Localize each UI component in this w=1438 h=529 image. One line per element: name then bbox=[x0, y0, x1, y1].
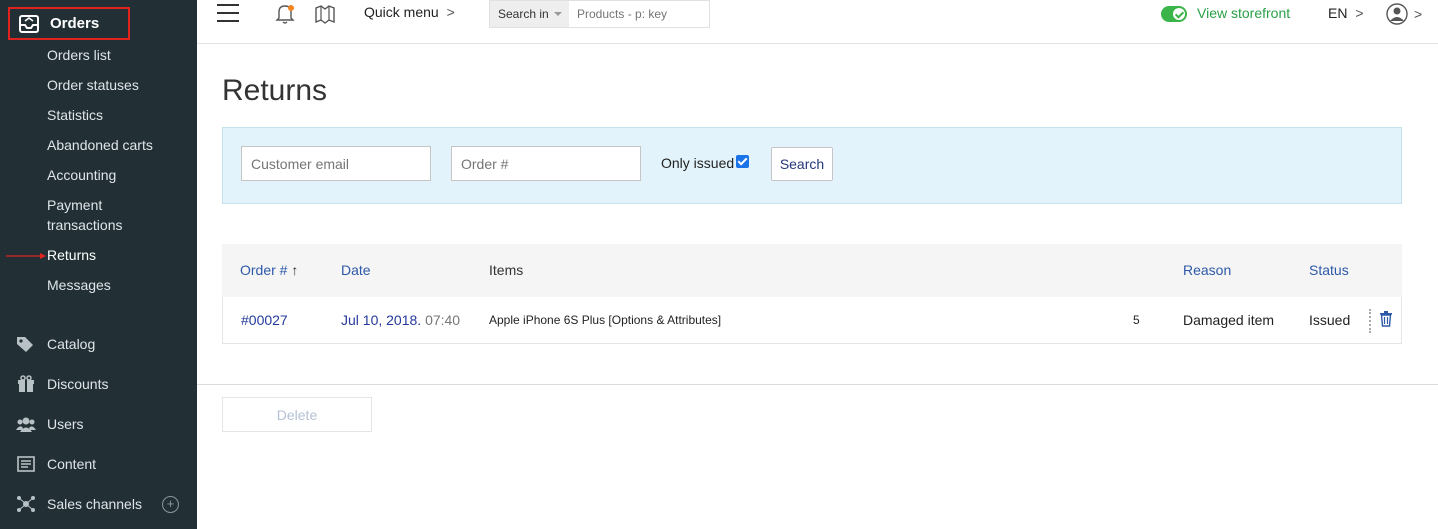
chevron-down-icon bbox=[553, 12, 562, 16]
column-header-reason[interactable]: Reason bbox=[1183, 262, 1231, 278]
sidebar-item-payment-transactions-line2[interactable]: transactions bbox=[47, 215, 122, 235]
sidebar-item-order-statuses[interactable]: Order statuses bbox=[47, 75, 139, 95]
return-date[interactable]: Jul 10, 2018. 07:40 bbox=[341, 312, 460, 328]
chevron-right-icon: > bbox=[1414, 6, 1423, 22]
sidebar-item-label: Users bbox=[47, 416, 84, 432]
quick-menu-button[interactable]: Quick menu > bbox=[364, 4, 455, 20]
only-issued-checkbox[interactable] bbox=[736, 154, 750, 168]
customer-email-field[interactable] bbox=[241, 146, 431, 181]
only-issued-label: Only issued bbox=[661, 155, 735, 171]
returns-table: Order # ↑ Date Items Reason Status #0002… bbox=[222, 244, 1402, 344]
red-arrow-icon bbox=[6, 253, 46, 259]
user-avatar-icon bbox=[1386, 3, 1408, 25]
sidebar-item-label: Content bbox=[47, 456, 97, 472]
view-storefront-link[interactable]: View storefront bbox=[1197, 5, 1290, 21]
sidebar-item-discounts[interactable]: Discounts bbox=[16, 375, 108, 393]
language-selector[interactable]: EN > bbox=[1328, 5, 1364, 21]
tag-icon bbox=[16, 335, 36, 353]
chevron-right-icon: > bbox=[1355, 5, 1364, 21]
sidebar-item-statistics[interactable]: Statistics bbox=[47, 105, 103, 125]
sort-asc-icon: ↑ bbox=[291, 262, 299, 278]
sidebar-item-label: Sales channels bbox=[47, 496, 142, 512]
only-issued-filter: Only issued bbox=[661, 154, 750, 171]
sidebar-item-label: Discounts bbox=[47, 376, 109, 392]
sidebar-item-sales-channels[interactable]: Sales channels bbox=[16, 495, 142, 513]
menu-icon[interactable] bbox=[217, 4, 239, 22]
users-icon bbox=[16, 415, 36, 433]
map-icon[interactable] bbox=[314, 3, 336, 25]
sidebar-item-payment-transactions[interactable]: Payment bbox=[47, 195, 102, 215]
order-number-link[interactable]: #00027 bbox=[241, 312, 288, 328]
storefront-toggle[interactable] bbox=[1161, 6, 1187, 22]
column-header-items: Items bbox=[489, 262, 524, 278]
user-menu[interactable]: > bbox=[1386, 3, 1422, 25]
global-search: Search in bbox=[489, 0, 710, 28]
search-button[interactable]: Search bbox=[771, 147, 833, 181]
sidebar-item-orders-list[interactable]: Orders list bbox=[47, 45, 111, 65]
search-in-label: Search in bbox=[498, 7, 549, 21]
table-row: #00027 Jul 10, 2018. 07:40 Apple iPhone … bbox=[222, 297, 1402, 344]
column-header-order[interactable]: Order # ↑ bbox=[240, 262, 298, 278]
sidebar-item-messages[interactable]: Messages bbox=[47, 275, 111, 295]
sidebar-item-content[interactable]: Content bbox=[16, 455, 96, 473]
sidebar-item-label: Orders bbox=[50, 15, 100, 32]
trash-icon[interactable] bbox=[1379, 311, 1393, 327]
notification-dot bbox=[288, 5, 294, 11]
status-badge[interactable]: Issued bbox=[1309, 312, 1350, 328]
language-label: EN bbox=[1328, 5, 1348, 21]
column-header-date[interactable]: Date bbox=[341, 262, 371, 278]
more-options-icon[interactable] bbox=[1369, 309, 1371, 333]
column-header-status[interactable]: Status bbox=[1309, 262, 1349, 278]
sidebar-item-label: Catalog bbox=[47, 336, 96, 352]
item-quantity: 5 bbox=[1133, 313, 1140, 327]
sidebar-item-accounting[interactable]: Accounting bbox=[47, 165, 116, 185]
top-bar: Quick menu > Search in View storefront E… bbox=[197, 0, 1438, 44]
check-icon bbox=[1173, 8, 1185, 20]
network-icon bbox=[16, 495, 36, 513]
orders-icon bbox=[19, 14, 39, 33]
order-number-field[interactable] bbox=[451, 146, 641, 181]
add-sales-channel-button[interactable]: + bbox=[162, 496, 179, 513]
content-icon bbox=[16, 455, 36, 473]
table-header: Order # ↑ Date Items Reason Status bbox=[222, 244, 1402, 297]
gift-icon bbox=[16, 375, 36, 393]
delete-button[interactable]: Delete bbox=[222, 397, 372, 432]
divider bbox=[197, 384, 1438, 385]
item-name: Apple iPhone 6S Plus [Options & Attribut… bbox=[489, 313, 722, 327]
search-in-dropdown[interactable]: Search in bbox=[490, 1, 569, 27]
quick-menu-label: Quick menu bbox=[364, 4, 439, 20]
sidebar-item-abandoned-carts[interactable]: Abandoned carts bbox=[47, 135, 153, 155]
sidebar: Orders Orders list Order statuses Statis… bbox=[0, 0, 197, 529]
chevron-right-icon: > bbox=[446, 4, 455, 20]
filter-panel: Only issued Search bbox=[222, 127, 1402, 204]
sidebar-item-orders[interactable]: Orders bbox=[8, 7, 130, 40]
sidebar-item-catalog[interactable]: Catalog bbox=[16, 335, 95, 353]
sidebar-item-users[interactable]: Users bbox=[16, 415, 84, 433]
sidebar-item-returns[interactable]: Returns bbox=[47, 245, 96, 265]
page-title: Returns bbox=[222, 74, 328, 107]
search-input[interactable] bbox=[569, 1, 709, 27]
return-reason: Damaged item bbox=[1183, 312, 1275, 328]
